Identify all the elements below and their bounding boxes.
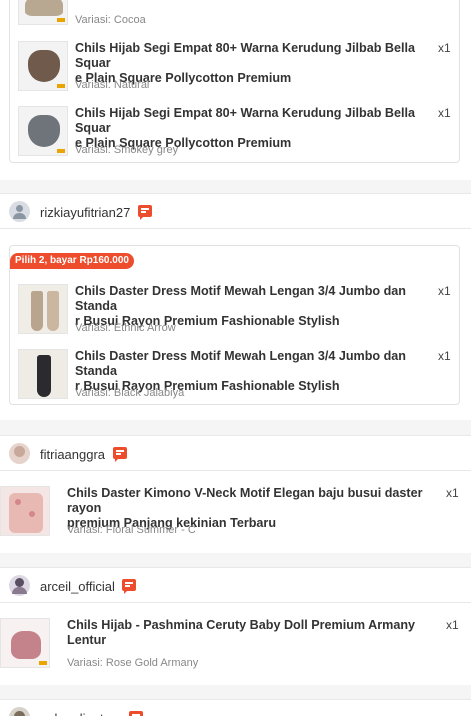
item-variant: Variasi: Rose Gold Armany bbox=[67, 657, 199, 669]
item-quantity: x1 bbox=[438, 284, 451, 298]
item-quantity: x1 bbox=[438, 349, 451, 363]
seller-name[interactable]: rizkiayufitrian27 bbox=[40, 205, 130, 220]
seller-avatar bbox=[9, 707, 30, 716]
order-items-card: Chils Daster Dress Motif Mewah Lengan 3/… bbox=[9, 245, 460, 405]
order-block-4: Chils Hijab - Pashmina Ceruty Baby Doll … bbox=[0, 603, 471, 685]
seller-name[interactable]: arceil_official bbox=[40, 579, 115, 594]
item-quantity: x1 bbox=[446, 486, 459, 500]
order-items-card: Variasi: Cocoa Chils Hijab Segi Empat 80… bbox=[9, 0, 460, 163]
product-thumbnail bbox=[18, 284, 68, 334]
item-quantity: x1 bbox=[438, 41, 451, 55]
seller-avatar bbox=[9, 575, 30, 596]
product-thumbnail bbox=[18, 349, 68, 399]
chat-icon[interactable] bbox=[138, 205, 152, 220]
item-variant: Variasi: Floral Summer - C bbox=[67, 524, 196, 536]
product-thumbnail bbox=[18, 41, 68, 91]
item-variant: Variasi: Black Jalabiya bbox=[75, 387, 185, 399]
order-block-1: Variasi: Cocoa Chils Hijab Segi Empat 80… bbox=[0, 0, 471, 180]
seller-header[interactable]: rizkiayufitrian27 bbox=[0, 193, 471, 229]
seller-header[interactable]: gokuadienta bbox=[0, 699, 471, 716]
seller-name[interactable]: gokuadienta bbox=[40, 711, 111, 716]
product-thumbnail bbox=[0, 486, 50, 536]
chat-icon[interactable] bbox=[129, 711, 143, 716]
order-block-3: Chils Daster Kimono V-Neck Motif Elegan … bbox=[0, 471, 471, 553]
seller-avatar bbox=[9, 201, 30, 222]
item-quantity: x1 bbox=[446, 618, 459, 632]
seller-name[interactable]: fitriaanggra bbox=[40, 447, 105, 462]
item-variant: Variasi: Smokey grey bbox=[75, 144, 179, 156]
order-item[interactable]: Chils Hijab Segi Empat 80+ Warna Kerudun… bbox=[10, 41, 459, 103]
product-thumbnail bbox=[0, 618, 50, 668]
order-item[interactable]: Variasi: Cocoa bbox=[10, 0, 459, 43]
order-item[interactable]: Chils Hijab - Pashmina Ceruty Baby Doll … bbox=[0, 618, 471, 680]
item-variant: Variasi: Cocoa bbox=[75, 14, 146, 26]
item-variant: Variasi: Natural bbox=[75, 79, 150, 91]
seller-avatar bbox=[9, 443, 30, 464]
order-item[interactable]: Chils Daster Dress Motif Mewah Lengan 3/… bbox=[10, 284, 459, 346]
order-item[interactable]: Chils Daster Dress Motif Mewah Lengan 3/… bbox=[10, 349, 459, 411]
chat-icon[interactable] bbox=[122, 579, 136, 594]
seller-header[interactable]: fitriaanggra bbox=[0, 435, 471, 471]
order-item[interactable]: Chils Daster Kimono V-Neck Motif Elegan … bbox=[0, 486, 471, 548]
promo-badge: Pilih 2, bayar Rp160.000 bbox=[10, 253, 134, 269]
product-thumbnail bbox=[18, 0, 68, 25]
item-title: Chils Hijab - Pashmina Ceruty Baby Doll … bbox=[67, 618, 416, 647]
order-item[interactable]: Chils Hijab Segi Empat 80+ Warna Kerudun… bbox=[10, 106, 459, 168]
chat-icon[interactable] bbox=[113, 447, 127, 462]
item-variant: Variasi: Ethnic Arrow bbox=[75, 322, 176, 334]
seller-header[interactable]: arceil_official bbox=[0, 567, 471, 603]
item-quantity: x1 bbox=[438, 106, 451, 120]
product-thumbnail bbox=[18, 106, 68, 156]
